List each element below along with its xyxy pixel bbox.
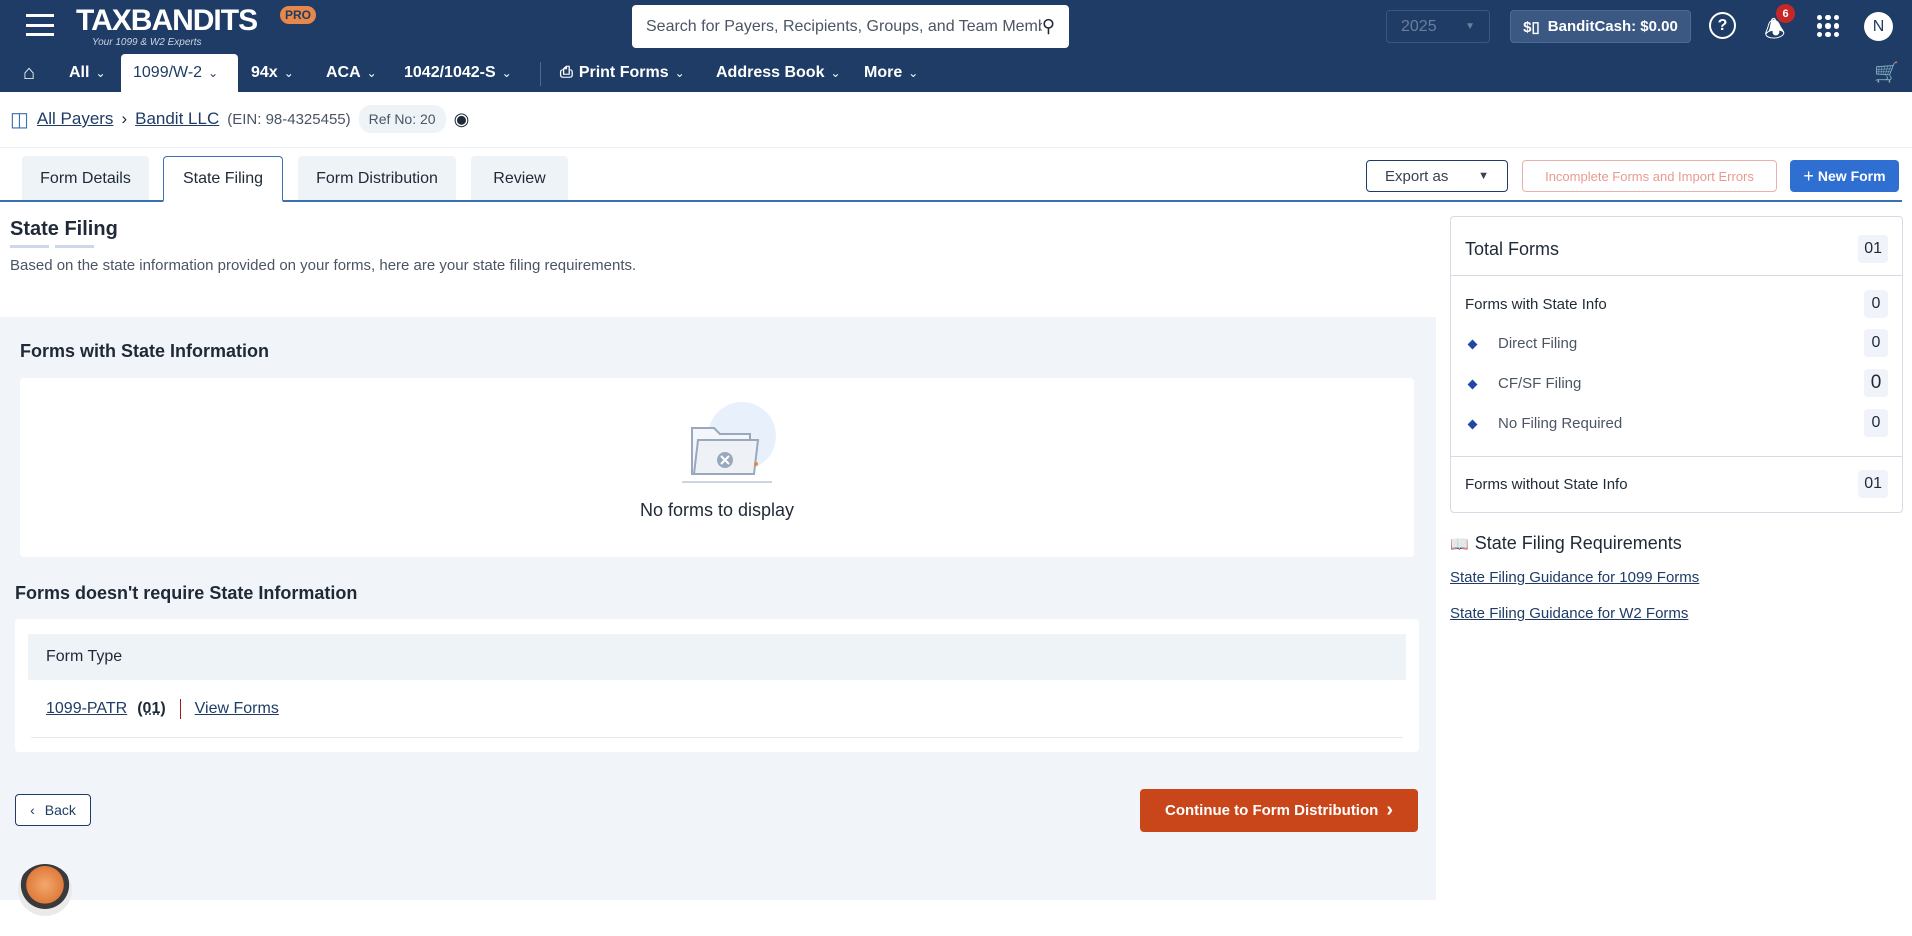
incomplete-forms-button[interactable]: Incomplete Forms and Import Errors: [1522, 160, 1777, 192]
new-form-button[interactable]: + New Form: [1790, 160, 1899, 192]
ref-badge: Ref No: 20: [358, 105, 446, 133]
eye-icon[interactable]: ◉: [454, 109, 470, 130]
tab-review[interactable]: Review: [471, 156, 568, 201]
export-as-dropdown[interactable]: Export as ▼: [1366, 160, 1508, 192]
search-icon[interactable]: ⚲: [1042, 16, 1055, 37]
summary-panel: Total Forms 01 Forms with State Info 0 Dir…: [1450, 216, 1903, 513]
empty-state-card: No forms to display: [20, 378, 1414, 557]
guidance-w2-link[interactable]: State Filing Guidance for W2 Forms: [1450, 605, 1688, 622]
brand-tagline: Your 1099 & W2 Experts: [92, 37, 202, 48]
bullet-icon: [1467, 339, 1478, 349]
chevron-left-icon: ‹: [30, 802, 35, 818]
notification-badge: 6: [1776, 4, 1795, 23]
divider: [0, 147, 1912, 148]
nav-print-forms[interactable]: ⎙ Print Forms ⌄: [560, 54, 685, 92]
form-count: (01): [137, 700, 166, 717]
nav-1099-w2[interactable]: 1099/W-2 ⌄: [121, 54, 238, 92]
tabs-underline: [0, 200, 1902, 202]
nav-aca[interactable]: ACA ⌄: [326, 54, 377, 92]
brand-logo[interactable]: TAXBANDITS: [76, 4, 258, 38]
nav-divider: [540, 62, 541, 86]
tab-form-distribution[interactable]: Form Distribution: [298, 156, 456, 201]
breadcrumb-payer[interactable]: Bandit LLC: [135, 109, 219, 129]
without-state-row: Forms without State Info 01: [1451, 469, 1902, 499]
apps-grid-icon[interactable]: [1817, 15, 1839, 37]
menu-icon[interactable]: [26, 14, 54, 36]
nav-address-book[interactable]: Address Book ⌄: [716, 54, 841, 92]
separator: [179, 699, 181, 719]
chevron-right-icon: ›: [1386, 799, 1393, 821]
home-icon[interactable]: ⌂: [23, 62, 35, 85]
year-select[interactable]: 2025 ▼: [1386, 10, 1490, 43]
forms-table-card: Form Type 1099-PATR (01) View Forms: [15, 619, 1419, 752]
continue-button[interactable]: Continue to Form Distribution ›: [1140, 789, 1418, 832]
book-icon: 📖: [1450, 535, 1469, 553]
row-divider: [31, 737, 1403, 738]
empty-folder-icon: [682, 402, 776, 483]
wallet-icon: $▯: [1523, 18, 1540, 36]
bandit-cash-button[interactable]: $▯ BanditCash: $0.00: [1510, 10, 1691, 43]
search-input[interactable]: Search for Payers, Recipients, Groups, a…: [632, 5, 1069, 48]
nav-1042[interactable]: 1042/1042-S ⌄: [404, 54, 512, 92]
with-state-row: Forms with State Info 0: [1451, 289, 1902, 319]
plus-icon: +: [1803, 165, 1814, 186]
empty-message: No forms to display: [639, 500, 795, 520]
cfsf-filing-row: CF/SF Filing 0: [1451, 368, 1902, 398]
table-row: 1099-PATR (01) View Forms: [46, 699, 279, 719]
section-title-with-state: Forms with State Information: [20, 341, 270, 361]
payer-ein: (EIN: 98-4325455): [227, 110, 351, 128]
cart-icon[interactable]: 🛒: [1874, 60, 1899, 85]
help-icon[interactable]: ?: [1709, 12, 1736, 39]
title-underline: [10, 245, 49, 248]
printer-icon: ⎙: [560, 64, 573, 81]
page-description: Based on the state information provided …: [10, 257, 637, 274]
page-title: State Filing: [10, 218, 118, 240]
pro-badge: PRO: [280, 6, 317, 24]
section-title-without-state: Forms doesn't require State Information: [15, 583, 358, 603]
direct-filing-row: Direct Filing 0: [1451, 328, 1902, 358]
nav-more[interactable]: More ⌄: [864, 54, 918, 92]
breadcrumb-all-payers[interactable]: All Payers: [37, 109, 114, 129]
nav-all[interactable]: All ⌄: [69, 54, 106, 92]
view-forms-link[interactable]: View Forms: [195, 700, 279, 718]
bullet-icon: [1467, 419, 1478, 429]
chevron-right-icon: ›: [121, 109, 128, 128]
breadcrumb: ◫ All Payers › Bandit LLC (EIN: 98-43254…: [10, 105, 469, 133]
bullet-icon: [1467, 379, 1478, 389]
table-header-form-type: Form Type: [28, 634, 1406, 680]
support-mascot-icon[interactable]: [18, 864, 72, 916]
avatar[interactable]: N: [1864, 12, 1893, 41]
back-button[interactable]: ‹ Back: [15, 794, 91, 826]
tab-state-filing[interactable]: State Filing: [163, 156, 283, 202]
total-forms-row: Total Forms 01: [1451, 231, 1902, 267]
guidance-1099-link[interactable]: State Filing Guidance for 1099 Forms: [1450, 569, 1699, 586]
requirements-title: 📖 State Filing Requirements: [1450, 533, 1682, 553]
no-filing-row: No Filing Required 0: [1451, 408, 1902, 438]
tab-form-details[interactable]: Form Details: [22, 156, 149, 201]
nav-94x[interactable]: 94x ⌄: [251, 54, 294, 92]
grid-icon: ◫: [10, 108, 29, 131]
form-type-link[interactable]: 1099-PATR: [46, 700, 127, 718]
title-underline: [55, 245, 94, 248]
